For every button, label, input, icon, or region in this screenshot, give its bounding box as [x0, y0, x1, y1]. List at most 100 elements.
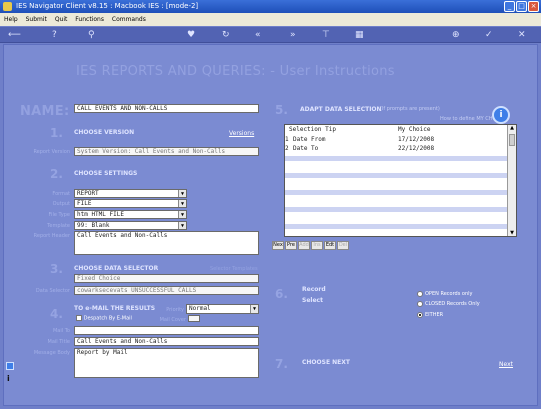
row-choice: 17/12/2008 [398, 136, 435, 143]
empty-row [285, 190, 515, 195]
cancel-icon[interactable]: ✕ [518, 29, 526, 41]
minimize-icon[interactable]: _ [504, 1, 515, 12]
mail-to-field[interactable] [74, 326, 259, 335]
output-select[interactable]: FILE ▼ [74, 199, 187, 208]
report-header-textarea[interactable]: Call Events and Non-Calls [74, 231, 259, 255]
report-version-label: Report Version [33, 149, 70, 155]
scroll-down-icon[interactable]: ▼ [508, 230, 516, 236]
radio-either[interactable]: EITHER [417, 304, 443, 323]
chevron-down-icon[interactable]: ▼ [178, 190, 186, 197]
select-label: Select [302, 297, 323, 304]
report-version-field[interactable]: System Version: Call Events and Non-Call… [74, 147, 259, 156]
maximize-icon[interactable]: □ [516, 1, 527, 12]
output-label: Output [52, 201, 70, 207]
forward-icon[interactable]: » [290, 29, 296, 41]
row-number: 2 [285, 145, 289, 152]
add-row-button[interactable]: Add [298, 241, 310, 250]
report-header-value: Call Events and Non-Calls [77, 232, 168, 239]
despatch-checkbox-row[interactable]: Despatch By E-Mail [76, 315, 132, 322]
menu-help[interactable]: Help [4, 16, 18, 23]
section-2-number: 2. [50, 167, 63, 181]
lock-icon[interactable]: ⊤ [322, 29, 330, 41]
menu-quit[interactable]: Quit [55, 16, 68, 23]
scroll-thumb[interactable] [509, 134, 515, 146]
edit-row-button[interactable]: Edt [324, 241, 336, 250]
empty-row [285, 207, 515, 212]
chevron-down-icon[interactable]: ▼ [250, 305, 258, 313]
section-4-number: 4. [50, 307, 63, 321]
insert-row-button[interactable]: Ins [311, 241, 323, 250]
grid-scrollbar[interactable]: ▲ ▼ [507, 125, 516, 236]
chevron-down-icon[interactable]: ▼ [178, 200, 186, 207]
mail-title-field[interactable]: Call Events and Non-Calls [74, 337, 259, 346]
output-value: FILE [77, 200, 92, 207]
priority-value: Normal [189, 305, 211, 312]
template-select[interactable]: 99: Blank ▼ [74, 221, 187, 230]
check-icon[interactable]: ✓ [485, 29, 493, 41]
message-body-textarea[interactable]: Report by Mail [74, 348, 259, 378]
file-type-label: File Type [48, 212, 70, 218]
message-body-label: Message Body [33, 350, 70, 356]
mail-to-label: Mail To [52, 328, 70, 334]
refresh-icon[interactable]: ↻ [222, 29, 230, 41]
template-label: Template [47, 223, 70, 229]
window-title: IES Navigator Client v8.15 : Macbook IES… [16, 2, 199, 10]
priority-select[interactable]: Normal ▼ [186, 304, 259, 314]
selector-templates-link[interactable]: Selector Templates [210, 266, 258, 272]
search-icon[interactable]: ⚲ [88, 29, 95, 41]
file-type-value: htm HTML FILE [77, 211, 124, 218]
chevron-down-icon[interactable]: ▼ [178, 211, 186, 218]
info-icon[interactable]: i [492, 106, 510, 124]
name-label: NAME: [20, 104, 70, 119]
radio-either-button[interactable] [417, 311, 423, 318]
data-selector-field[interactable]: cowarksecevats UNSUCCESSFUL CALLS [74, 286, 259, 295]
grid-nav-bar: Nex Pre Add Ins Edt Del [272, 241, 362, 250]
section-5-number: 5. [275, 103, 288, 117]
exit-icon[interactable]: ⟵ [8, 29, 21, 41]
selection-grid-body: Selection Tip My Choice 1 Date From 17/1… [285, 125, 515, 236]
data-selector-label: Data Selector [35, 288, 70, 294]
menu-bar: Help Submit Quit Functions Commands [0, 13, 541, 26]
empty-row [285, 173, 515, 178]
rewind-icon[interactable]: « [255, 29, 261, 41]
section-4-title: TO e-MAIL THE RESULTS [74, 305, 156, 312]
scroll-up-icon[interactable]: ▲ [508, 125, 516, 131]
empty-row [285, 156, 515, 161]
help-icon[interactable]: ? [52, 29, 57, 41]
radio-either-label: EITHER [425, 311, 444, 318]
menu-commands[interactable]: Commands [112, 16, 146, 23]
toolbar: ⟵ ? ⚲ ♥ ↻ « » ⊤ ▦ ⊕ ✓ ✕ [0, 27, 541, 43]
row-tip: Date To [293, 145, 319, 152]
mail-title-label: Mail Title [47, 339, 70, 345]
menu-submit[interactable]: Submit [26, 16, 47, 23]
heart-icon[interactable]: ♥ [187, 29, 195, 41]
next-link[interactable]: Next [499, 361, 513, 368]
file-type-select[interactable]: htm HTML FILE ▼ [74, 210, 187, 219]
format-select[interactable]: REPORT ▼ [74, 189, 187, 198]
format-value: REPORT [77, 190, 99, 197]
priority-label: Priority [166, 307, 184, 313]
record-label: Record [302, 286, 326, 293]
mail-cover-field[interactable] [188, 315, 200, 322]
delete-row-button[interactable]: Del [337, 241, 349, 250]
info-side-icon[interactable]: i [7, 374, 10, 383]
add-icon[interactable]: ⊕ [452, 29, 460, 41]
section-3-title: CHOOSE DATA SELECTOR [74, 265, 159, 272]
template-value: 99: Blank [77, 222, 110, 229]
chevron-down-icon[interactable]: ▼ [178, 222, 186, 229]
next-row-button[interactable]: Nex [272, 241, 284, 250]
row-choice: 22/12/2008 [398, 145, 435, 152]
menu-functions[interactable]: Functions [75, 16, 104, 23]
versions-link[interactable]: Versions [229, 130, 254, 137]
page-title: IES REPORTS AND QUERIES: - User Instruct… [76, 64, 395, 79]
grid-icon[interactable]: ▦ [355, 29, 364, 41]
section-1-number: 1. [50, 126, 63, 140]
despatch-checkbox[interactable] [76, 315, 82, 321]
side-panel-icon[interactable] [6, 362, 14, 370]
close-icon[interactable]: × [528, 1, 539, 12]
prev-row-button[interactable]: Pre [285, 241, 297, 250]
table-row[interactable]: 1 Date From 17/12/2008 [285, 135, 507, 144]
name-field[interactable]: CALL EVENTS AND NON-CALLS [74, 104, 259, 113]
table-row[interactable]: 2 Date To 22/12/2008 [285, 144, 507, 153]
grid-header-row: Selection Tip My Choice [285, 125, 507, 134]
